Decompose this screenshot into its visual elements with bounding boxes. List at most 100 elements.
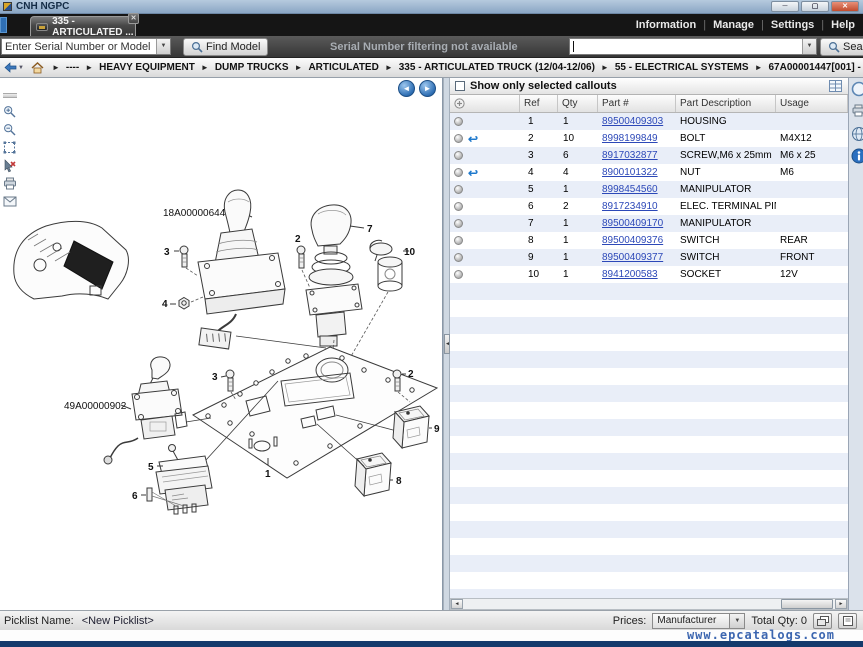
callout-ball-icon[interactable] xyxy=(454,185,463,194)
part-number-link[interactable]: 89500409376 xyxy=(602,235,663,246)
close-button[interactable]: ✕ xyxy=(831,1,859,12)
col-qty[interactable]: Qty xyxy=(558,95,598,112)
export-picklist-button[interactable] xyxy=(838,613,857,629)
history-back-button[interactable]: ▼ xyxy=(4,62,24,73)
parts-table-row[interactable]: 3 6 8917032877 SCREW,M6 x 25mm M6 x 25 xyxy=(450,147,848,164)
callout-8[interactable]: 8 xyxy=(396,476,402,487)
callout-ball-icon[interactable] xyxy=(454,219,463,228)
callout-ball-icon[interactable] xyxy=(454,236,463,245)
parts-table-row[interactable]: 9 1 89500409377 SWITCH FRONT xyxy=(450,249,848,266)
callout-ball-icon[interactable] xyxy=(454,151,463,160)
refresh-button[interactable] xyxy=(851,81,863,97)
breadcrumb-item-0[interactable]: ---- xyxy=(66,62,79,73)
part-number-link[interactable]: 8998199849 xyxy=(602,133,658,144)
tab-articulated[interactable]: 335 - ARTICULATED ... ✕ xyxy=(30,16,136,36)
globe-button[interactable] xyxy=(851,126,863,142)
callout-4[interactable]: 4 xyxy=(162,299,168,310)
part-number-link[interactable]: 8998454560 xyxy=(602,184,658,195)
menu-item-settings[interactable]: Settings xyxy=(771,19,814,31)
parts-table-row[interactable]: 8 1 89500409376 SWITCH REAR xyxy=(450,232,848,249)
parts-table-row[interactable]: 5 1 8998454560 MANIPULATOR xyxy=(450,181,848,198)
callout-1[interactable]: 1 xyxy=(265,469,271,480)
callout-6[interactable]: 6 xyxy=(132,491,138,502)
prices-dropdown-icon[interactable]: ▼ xyxy=(730,613,745,629)
callout-3b[interactable]: 3 xyxy=(212,372,218,383)
callout-ball-icon[interactable] xyxy=(454,270,463,279)
scroll-right-button[interactable]: ► xyxy=(835,599,847,609)
col-ref[interactable]: Ref xyxy=(520,95,558,112)
copy-picklist-button[interactable] xyxy=(813,613,832,629)
supersession-arrow-icon[interactable]: ↩ xyxy=(468,168,478,178)
zoom-out-button[interactable] xyxy=(2,122,17,137)
email-button[interactable] xyxy=(2,194,17,209)
callout-2b[interactable]: 2 xyxy=(408,369,414,380)
prices-select[interactable]: Manufacturer ▼ xyxy=(652,613,745,629)
print-button[interactable] xyxy=(2,176,17,191)
col-usage[interactable]: Usage xyxy=(776,95,848,112)
callout-ball-icon[interactable] xyxy=(454,253,463,262)
col-part-number[interactable]: Part # xyxy=(598,95,676,112)
callout-10[interactable]: 10 xyxy=(404,247,416,258)
scrollbar-thumb[interactable] xyxy=(781,599,833,609)
col-description[interactable]: Part Description xyxy=(676,95,776,112)
page-forward-button[interactable]: ► xyxy=(419,80,436,97)
panel-splitter[interactable]: ◄ xyxy=(443,78,450,610)
history-dropdown-icon[interactable]: ▼ xyxy=(18,65,24,71)
part-number-link[interactable]: 89500409303 xyxy=(602,116,663,127)
callout-ball-icon[interactable] xyxy=(454,117,463,126)
parts-table-row[interactable]: 10 1 8941200583 SOCKET 12V xyxy=(450,266,848,283)
parts-table-row[interactable]: 6 2 8917234910 ELEC. TERMINAL PIN xyxy=(450,198,848,215)
parts-table-row[interactable]: 7 1 89500409170 MANIPULATOR xyxy=(450,215,848,232)
table-view-button[interactable] xyxy=(829,80,842,92)
palette-grip[interactable] xyxy=(3,93,17,98)
callout-7[interactable]: 7 xyxy=(367,224,373,235)
breadcrumb-item-2[interactable]: DUMP TRUCKS xyxy=(215,62,289,73)
part-number-link[interactable]: 89500409170 xyxy=(602,218,663,229)
menu-item-help[interactable]: Help xyxy=(831,19,855,31)
tab-close-icon[interactable]: ✕ xyxy=(128,13,139,24)
callout-3[interactable]: 3 xyxy=(164,247,170,258)
part-number-link[interactable]: 89500409377 xyxy=(602,252,663,263)
search-combo[interactable]: ▼ xyxy=(569,38,817,55)
scroll-left-button[interactable]: ◄ xyxy=(451,599,463,609)
parts-table-hscrollbar[interactable]: ◄ ► xyxy=(450,598,848,610)
dock-icon[interactable] xyxy=(0,17,7,33)
part-number-link[interactable]: 8941200583 xyxy=(602,269,658,280)
callout-ball-icon[interactable] xyxy=(454,202,463,211)
minimize-button[interactable]: ─ xyxy=(771,1,799,12)
search-dropdown-icon[interactable]: ▼ xyxy=(802,39,816,54)
breadcrumb-item-3[interactable]: ARTICULATED xyxy=(308,62,378,73)
serial-dropdown-icon[interactable]: ▼ xyxy=(156,39,170,54)
parts-table-row[interactable]: 1 1 89500409303 HOUSING xyxy=(450,113,848,130)
info-button[interactable] xyxy=(851,148,863,164)
callout-5[interactable]: 5 xyxy=(148,462,154,473)
show-selected-checkbox[interactable] xyxy=(455,81,465,91)
parts-table-row[interactable]: ↩ 2 10 8998199849 BOLT M4X12 xyxy=(450,130,848,147)
part-number-link[interactable]: 8917032877 xyxy=(602,150,658,161)
find-model-button[interactable]: Find Model xyxy=(183,38,268,56)
breadcrumb-item-4[interactable]: 335 - ARTICULATED TRUCK (12/04-12/06) xyxy=(399,62,595,73)
serial-number-combo[interactable]: ▼ xyxy=(1,38,171,55)
serial-number-input[interactable] xyxy=(2,39,156,54)
breadcrumb-item-5[interactable]: 55 - ELECTRICAL SYSTEMS xyxy=(615,62,749,73)
restore-button[interactable]: ▢ xyxy=(801,1,829,12)
search-input[interactable] xyxy=(574,39,802,54)
callout-select-all-header[interactable] xyxy=(450,95,520,112)
parts-table-row[interactable]: ↩ 4 4 8900101322 NUT M6 xyxy=(450,164,848,181)
home-icon[interactable] xyxy=(31,62,44,74)
breadcrumb-item-1[interactable]: HEAVY EQUIPMENT xyxy=(99,62,195,73)
page-back-button[interactable]: ◄ xyxy=(398,80,415,97)
deselect-button[interactable] xyxy=(2,158,17,173)
scrollbar-track[interactable] xyxy=(463,599,835,609)
callout-ball-icon[interactable] xyxy=(454,134,463,143)
zoom-in-button[interactable] xyxy=(2,104,17,119)
part-number-link[interactable]: 8917234910 xyxy=(602,201,658,212)
callout-ball-icon[interactable] xyxy=(454,168,463,177)
callout-9[interactable]: 9 xyxy=(434,424,440,435)
callout-2[interactable]: 2 xyxy=(295,234,301,245)
search-button[interactable]: Search xyxy=(820,38,863,56)
breadcrumb-item-6[interactable]: 67A00001447[001] - ELECTRICAL EQUIPMENTS… xyxy=(768,62,863,73)
supersession-arrow-icon[interactable]: ↩ xyxy=(468,134,478,144)
menu-item-information[interactable]: Information xyxy=(636,19,697,31)
part-number-link[interactable]: 8900101322 xyxy=(602,167,658,178)
